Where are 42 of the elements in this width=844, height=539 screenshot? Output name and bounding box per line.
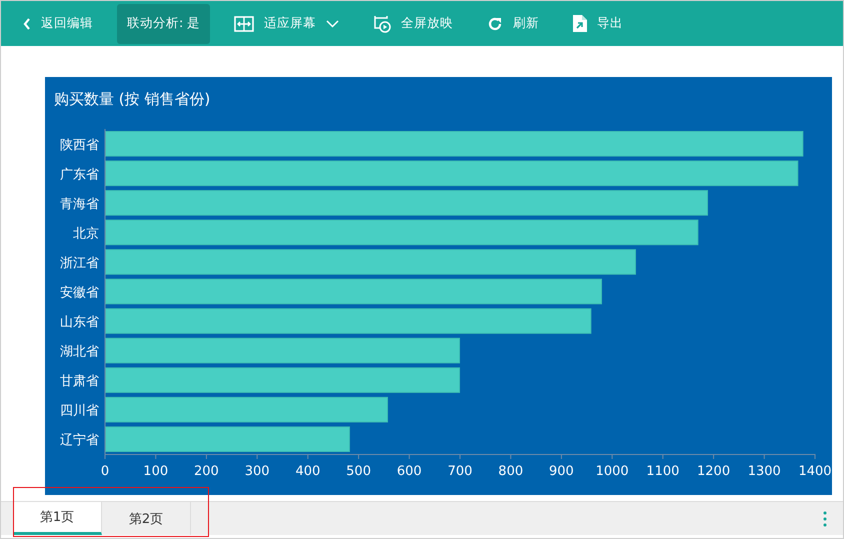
tick-label: 400 [295,464,320,479]
tick-label: 1200 [697,464,730,479]
category-label: 陕西省 [60,138,99,153]
category-label: 四川省 [60,404,99,419]
tick-label: 700 [448,464,472,479]
chart-title: 购买数量 (按 销售省份) [54,90,210,108]
tick-label: 1400 [798,464,832,479]
tick-label: 800 [498,464,524,479]
tick-label: 200 [194,464,219,479]
tick-label: 1000 [596,464,629,479]
export-button[interactable]: 导出 [563,10,634,38]
tick-label: 900 [549,464,574,479]
category-label: 广东省 [60,167,99,182]
more-vertical-icon[interactable] [823,510,827,526]
tick-label: 0 [100,464,110,479]
chevron-down-icon [326,20,340,28]
tick-label: 1300 [748,464,781,479]
category-label: 浙江省 [60,256,99,271]
back-button[interactable]: 返回编辑 [13,10,103,38]
linkage-toggle-button[interactable]: 联动分析: 是 [117,4,210,44]
tick-label: 100 [143,464,168,479]
category-label: 青海省 [60,196,99,212]
refresh-icon [487,16,504,32]
category-label: 辽宁省 [60,433,99,448]
fit-screen-icon [234,16,254,32]
category-label: 安徽省 [60,286,99,300]
file-export-icon [573,15,588,32]
category-label: 湖北省 [60,344,99,360]
page-tab[interactable]: 第2页 [102,502,191,535]
fit-button[interactable]: 适应屏幕 [224,10,350,38]
presentation-play-icon [373,14,392,32]
category-label: 山东省 [60,315,99,330]
fullscreen-button[interactable]: 全屏放映 [363,10,464,38]
page-tab[interactable]: 第1页 [13,502,102,535]
refresh-button[interactable]: 刷新 [477,10,550,38]
tick-label: 300 [244,464,270,479]
tick-label: 500 [346,464,371,479]
chevron-left-icon [23,18,31,30]
category-label: 北京 [73,226,99,242]
tick-label: 1100 [646,464,680,479]
category-label: 甘肃省 [60,374,99,390]
tick-label: 600 [396,464,422,479]
